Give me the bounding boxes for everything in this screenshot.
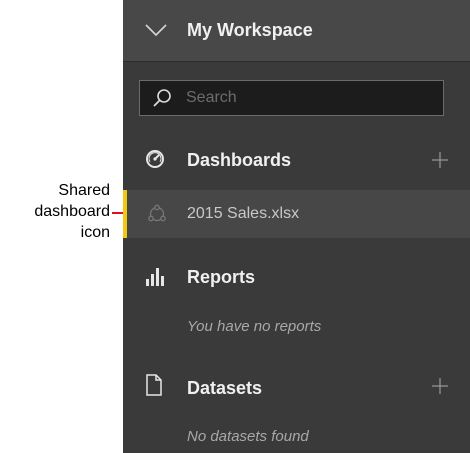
- callout-line-1: Shared: [58, 182, 110, 199]
- workspace-header[interactable]: My Workspace: [123, 0, 470, 62]
- shared-dashboard-callout: Shared dashboard icon: [0, 180, 110, 243]
- datasets-empty-message: No datasets found: [187, 428, 309, 445]
- selected-item-marker: [123, 190, 127, 238]
- workspace-title: My Workspace: [187, 20, 313, 40]
- callout-line-3: icon: [80, 224, 110, 241]
- dashboard-item-label: 2015 Sales.xlsx: [187, 205, 300, 222]
- search-input[interactable]: [186, 81, 436, 115]
- dashboard-item-2015-sales[interactable]: 2015 Sales.xlsx: [123, 190, 470, 238]
- search-box[interactable]: [139, 80, 444, 116]
- shared-dashboard-icon: [148, 204, 166, 222]
- callout-line-2: dashboard: [34, 203, 110, 220]
- add-dataset-button[interactable]: [432, 378, 448, 394]
- chevron-down-icon[interactable]: [145, 23, 167, 37]
- datasets-heading[interactable]: Datasets: [187, 378, 262, 399]
- search-icon: [153, 89, 171, 107]
- add-dashboard-button[interactable]: [432, 152, 448, 168]
- dashboards-heading[interactable]: Dashboards: [187, 150, 291, 171]
- reports-empty-message: You have no reports: [187, 318, 322, 335]
- gauge-icon: [146, 150, 164, 168]
- document-icon: [146, 374, 162, 396]
- reports-heading[interactable]: Reports: [187, 267, 255, 288]
- bar-chart-icon: [146, 268, 164, 286]
- navigation-pane: My Workspace Dashboards 2015 Sales.xlsx: [123, 0, 470, 453]
